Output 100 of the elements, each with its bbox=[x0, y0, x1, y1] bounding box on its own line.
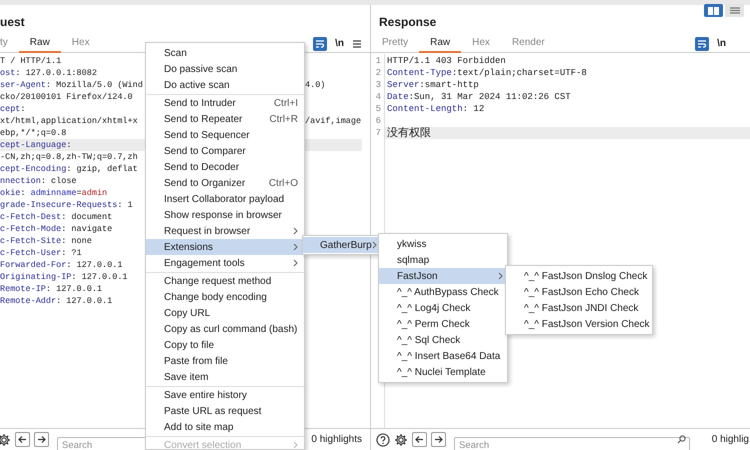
chevron-icon bbox=[293, 441, 298, 449]
menu-item[interactable]: Change request method bbox=[146, 273, 304, 289]
menu-item[interactable]: ^_^ Sql Check bbox=[379, 332, 507, 348]
newline-toggle[interactable]: \n bbox=[335, 36, 344, 51]
code-text: : 127.0.0.1 bbox=[66, 259, 122, 271]
settings-icon[interactable] bbox=[0, 432, 11, 446]
tab[interactable]: Pretty bbox=[371, 34, 420, 52]
header-name: cept bbox=[0, 103, 20, 115]
menu-item[interactable]: Insert Collaborator payload bbox=[146, 191, 304, 207]
header-name: Server bbox=[387, 79, 420, 91]
code-text: : 127.0.0.1 bbox=[46, 283, 102, 295]
tab[interactable]: ty bbox=[0, 34, 19, 52]
menu-item[interactable]: ^_^ FastJson JNDI Check bbox=[506, 300, 652, 316]
code-text: :smart-http bbox=[419, 79, 479, 91]
search-icon[interactable] bbox=[677, 434, 686, 444]
menu-item[interactable]: GatherBurp bbox=[303, 237, 378, 253]
menu-item[interactable]: Copy to file bbox=[146, 337, 304, 353]
header-name: grade-Insecure-Requests bbox=[0, 199, 118, 211]
menu-item[interactable]: ^_^ Perm Check bbox=[379, 316, 507, 332]
forward-button[interactable] bbox=[431, 432, 446, 447]
menu-item[interactable]: Do passive scan bbox=[146, 61, 304, 77]
menu-item[interactable]: Send to Comparer bbox=[146, 143, 304, 159]
code-text: -CN,zh;q=0.8,zh-TW;q=0.7,zh bbox=[0, 151, 138, 163]
wrap-icon[interactable] bbox=[695, 36, 710, 50]
menu-item[interactable]: ^_^ Nuclei Template bbox=[379, 364, 507, 380]
header-name: c-Fetch-Site bbox=[0, 235, 62, 247]
menu-item[interactable]: Save entire history bbox=[146, 387, 304, 403]
menu-item[interactable]: Send to Organizer Ctrl+O bbox=[146, 175, 304, 191]
header-name: c-Fetch-User bbox=[0, 247, 62, 259]
split-view-toggle[interactable] bbox=[704, 4, 723, 17]
newline-toggle[interactable]: \n bbox=[717, 36, 726, 51]
menu-item[interactable]: ykwiss bbox=[379, 236, 507, 252]
tab[interactable]: Hex bbox=[461, 34, 501, 52]
menu-item[interactable]: Extensions bbox=[146, 239, 304, 255]
back-button[interactable] bbox=[412, 432, 427, 447]
header-name: Remote-Addr bbox=[0, 295, 56, 307]
code-text: :text/plain;charset=UTF-8 bbox=[452, 67, 587, 79]
tab[interactable]: Hex bbox=[60, 34, 101, 52]
code-text: : document bbox=[61, 211, 112, 223]
menu-item[interactable]: ^_^ AuthBypass Check bbox=[379, 284, 507, 300]
forward-button[interactable] bbox=[34, 432, 49, 447]
menu-item[interactable]: ^_^ Log4j Check bbox=[379, 300, 507, 316]
left-arrow-icon bbox=[18, 435, 27, 444]
menu-item[interactable]: Save item bbox=[146, 369, 304, 385]
code-text: : navigate bbox=[61, 223, 112, 235]
cookie-value: admin bbox=[82, 187, 108, 199]
tab[interactable]: Render bbox=[500, 34, 556, 52]
menu-item[interactable]: Copy URL bbox=[146, 305, 304, 321]
menu-item[interactable]: FastJson bbox=[379, 268, 507, 284]
menu-item[interactable]: ^_^ FastJson Version Check bbox=[506, 316, 652, 332]
menu-item[interactable]: ^_^ FastJson Dnslog Check bbox=[506, 268, 652, 284]
menu-item[interactable]: ^_^ FastJson Echo Check bbox=[506, 284, 652, 300]
wrap-icon[interactable] bbox=[313, 36, 328, 50]
code-text: = bbox=[76, 187, 82, 199]
settings-icon[interactable] bbox=[394, 432, 408, 446]
code-text: : bbox=[20, 103, 26, 115]
tab[interactable]: Raw bbox=[419, 34, 462, 52]
line-number: 2 bbox=[374, 67, 381, 79]
list-view-toggle[interactable] bbox=[725, 4, 744, 17]
code-text: :Sun, 31 Mar 2024 11:02:26 CST bbox=[408, 91, 571, 103]
code-text: : 127.0.0.1 bbox=[71, 271, 128, 283]
menu-item[interactable]: Request in browser bbox=[146, 223, 304, 239]
tab[interactable]: Raw bbox=[18, 34, 61, 52]
menu-item[interactable]: Copy as curl command (bash) bbox=[146, 321, 304, 337]
header-name: okie bbox=[0, 187, 20, 199]
left-arrow-icon bbox=[415, 435, 424, 444]
code-text: xt/html,application/xhtml+x bbox=[0, 115, 138, 127]
menu-item[interactable]: sqlmap bbox=[379, 252, 507, 268]
menu-item[interactable]: Send to Sequencer bbox=[146, 127, 304, 143]
menu-item[interactable]: Send to Intruder Ctrl+I bbox=[146, 95, 304, 111]
menu-item[interactable]: Paste from file bbox=[146, 353, 304, 369]
help-icon[interactable] bbox=[376, 432, 390, 446]
menu-item[interactable]: ^_^ Insert Base64 Data bbox=[379, 348, 507, 364]
line-number: 7 bbox=[374, 127, 381, 139]
header-name: Content-Type bbox=[387, 67, 452, 79]
menu-item[interactable]: Change body encoding bbox=[146, 289, 304, 305]
back-button[interactable] bbox=[15, 432, 30, 447]
header-name: c-Fetch-Dest bbox=[0, 211, 62, 223]
right-arrow-icon bbox=[434, 435, 443, 444]
search-field[interactable]: Search bbox=[454, 437, 690, 450]
list-icon bbox=[730, 7, 740, 14]
menu-icon[interactable] bbox=[352, 38, 362, 48]
shortcut-label: Ctrl+O bbox=[268, 176, 298, 190]
menu-item[interactable]: Do active scan bbox=[146, 77, 304, 93]
code-text: : gzip, deflat bbox=[66, 163, 138, 175]
code-text: : Mozilla/5.0 (Wind bbox=[46, 79, 143, 91]
menu-item[interactable]: Send to Decoder bbox=[146, 159, 304, 175]
code-text: : ?1 bbox=[61, 247, 82, 259]
menu-item[interactable]: Paste URL as request bbox=[146, 403, 304, 419]
line-number: 6 bbox=[374, 115, 381, 127]
menu-item[interactable]: Show response in browser bbox=[146, 207, 304, 223]
line-number: 3 bbox=[374, 79, 381, 91]
menu-item[interactable]: Scan bbox=[146, 45, 304, 61]
menu-item[interactable]: Engagement tools bbox=[146, 255, 304, 271]
code-text: : 127.0.0.1 bbox=[56, 295, 112, 307]
menu-item[interactable]: Send to Repeater Ctrl+R bbox=[146, 111, 304, 127]
code-text: HTTP/1.1 403 Forbidden bbox=[387, 55, 506, 67]
chevron-icon bbox=[498, 272, 503, 280]
panel-title: Response bbox=[379, 14, 436, 31]
menu-item[interactable]: Add to site map bbox=[146, 419, 304, 435]
